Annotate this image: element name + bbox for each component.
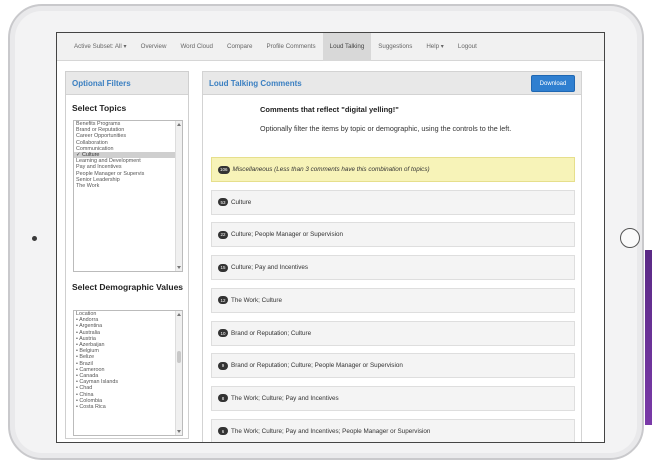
- app-screen: Active Subset: All ▾ Overview Word Cloud…: [56, 32, 605, 443]
- scroll-up-icon[interactable]: [177, 313, 181, 316]
- comment-group-row[interactable]: 106 Miscellaneous (Less than 3 comments h…: [211, 157, 575, 182]
- comments-title: Loud Talking Comments: [209, 79, 302, 88]
- count-badge: 6: [218, 427, 228, 436]
- comments-header: Loud Talking Comments Download: [203, 72, 581, 95]
- count-badge: 10: [218, 329, 228, 337]
- demographic-option[interactable]: • Costa Rica: [74, 404, 182, 410]
- comment-group-row[interactable]: 15 Culture; Pay and Incentives: [211, 255, 575, 281]
- comment-group-row[interactable]: 53 Culture: [211, 189, 575, 215]
- comment-group-label: The Work; Culture: [231, 296, 282, 304]
- home-button: [620, 228, 640, 248]
- nav-logout[interactable]: Logout: [451, 33, 484, 61]
- top-nav: Active Subset: All ▾ Overview Word Cloud…: [57, 33, 604, 61]
- count-badge: 9: [218, 361, 228, 370]
- count-badge: 22: [218, 230, 228, 239]
- topics-label: Select Topics: [72, 103, 127, 113]
- comment-group-label: Culture: [231, 198, 252, 206]
- comment-group-row[interactable]: 10 Brand or Reputation; Culture: [211, 320, 575, 346]
- scroll-up-icon[interactable]: [177, 123, 181, 126]
- comment-group-label: The Work; Culture; Pay and Incentives; P…: [231, 427, 431, 435]
- count-badge: 53: [218, 198, 228, 207]
- description-title: Comments that reflect "digital yelling!": [260, 105, 399, 114]
- nav-active-subset[interactable]: Active Subset: All ▾: [67, 33, 134, 61]
- demographics-label: Select Demographic Values: [72, 282, 184, 292]
- comment-group-label: The Work; Culture; Pay and Incentives: [231, 394, 339, 402]
- comment-group-label: Culture; People Manager or Supervision: [231, 231, 344, 239]
- nav-loud-talking[interactable]: Loud Talking: [322, 33, 372, 61]
- nav-compare[interactable]: Compare: [220, 33, 259, 61]
- comment-group-row[interactable]: 6 The Work; Culture; Pay and Incentives; …: [211, 418, 575, 442]
- comment-group-row[interactable]: 22 Culture; People Manager or Supervision: [211, 222, 575, 248]
- background-edge: [645, 250, 652, 425]
- comment-group-row[interactable]: 8 The Work; Culture; Pay and Incentives: [211, 385, 575, 411]
- nav-suggestions[interactable]: Suggestions: [371, 33, 419, 61]
- filters-panel: Optional Filters Select Topics Benefits …: [65, 71, 189, 439]
- comments-panel: Loud Talking Comments Download Comments …: [202, 71, 582, 442]
- nav-overview[interactable]: Overview: [134, 33, 174, 61]
- comment-group-label: Culture; Pay and Incentives: [231, 264, 309, 272]
- nav-help[interactable]: Help ▾: [419, 33, 451, 61]
- count-badge: 8: [218, 394, 228, 403]
- count-badge: 15: [218, 263, 228, 272]
- count-badge: 106: [218, 165, 230, 174]
- comment-group-label: Brand or Reputation; Culture: [231, 329, 312, 337]
- comment-group-row[interactable]: 9 Brand or Reputation; Culture; People Ma…: [211, 353, 575, 379]
- comment-group-row[interactable]: 12 The Work; Culture: [211, 287, 575, 313]
- topic-option[interactable]: The Work: [74, 183, 182, 189]
- count-badge: 12: [218, 296, 228, 305]
- tablet-camera: [32, 236, 37, 241]
- scroll-down-icon[interactable]: [177, 266, 181, 269]
- topics-scrollbar[interactable]: [175, 121, 182, 271]
- demographics-listbox[interactable]: Location • Andorra • Argentina • Australia •…: [73, 310, 183, 436]
- comment-group-label: Brand or Reputation; Culture; People Man…: [231, 362, 403, 370]
- nav-profile-comments[interactable]: Profile Comments: [259, 33, 322, 61]
- scroll-thumb[interactable]: [177, 351, 181, 363]
- nav-word-cloud[interactable]: Word Cloud: [173, 33, 220, 61]
- description-text: Optionally filter the items by topic or …: [260, 124, 512, 133]
- scroll-down-icon[interactable]: [177, 430, 181, 433]
- filters-header: Optional Filters: [66, 72, 188, 95]
- demographics-scrollbar[interactable]: [175, 311, 182, 435]
- topics-listbox[interactable]: Benefits Programs Brand or Reputation Care…: [73, 120, 183, 272]
- comment-group-label: Miscellaneous (Less than 3 comments have…: [232, 166, 430, 173]
- download-button[interactable]: Download: [531, 75, 575, 92]
